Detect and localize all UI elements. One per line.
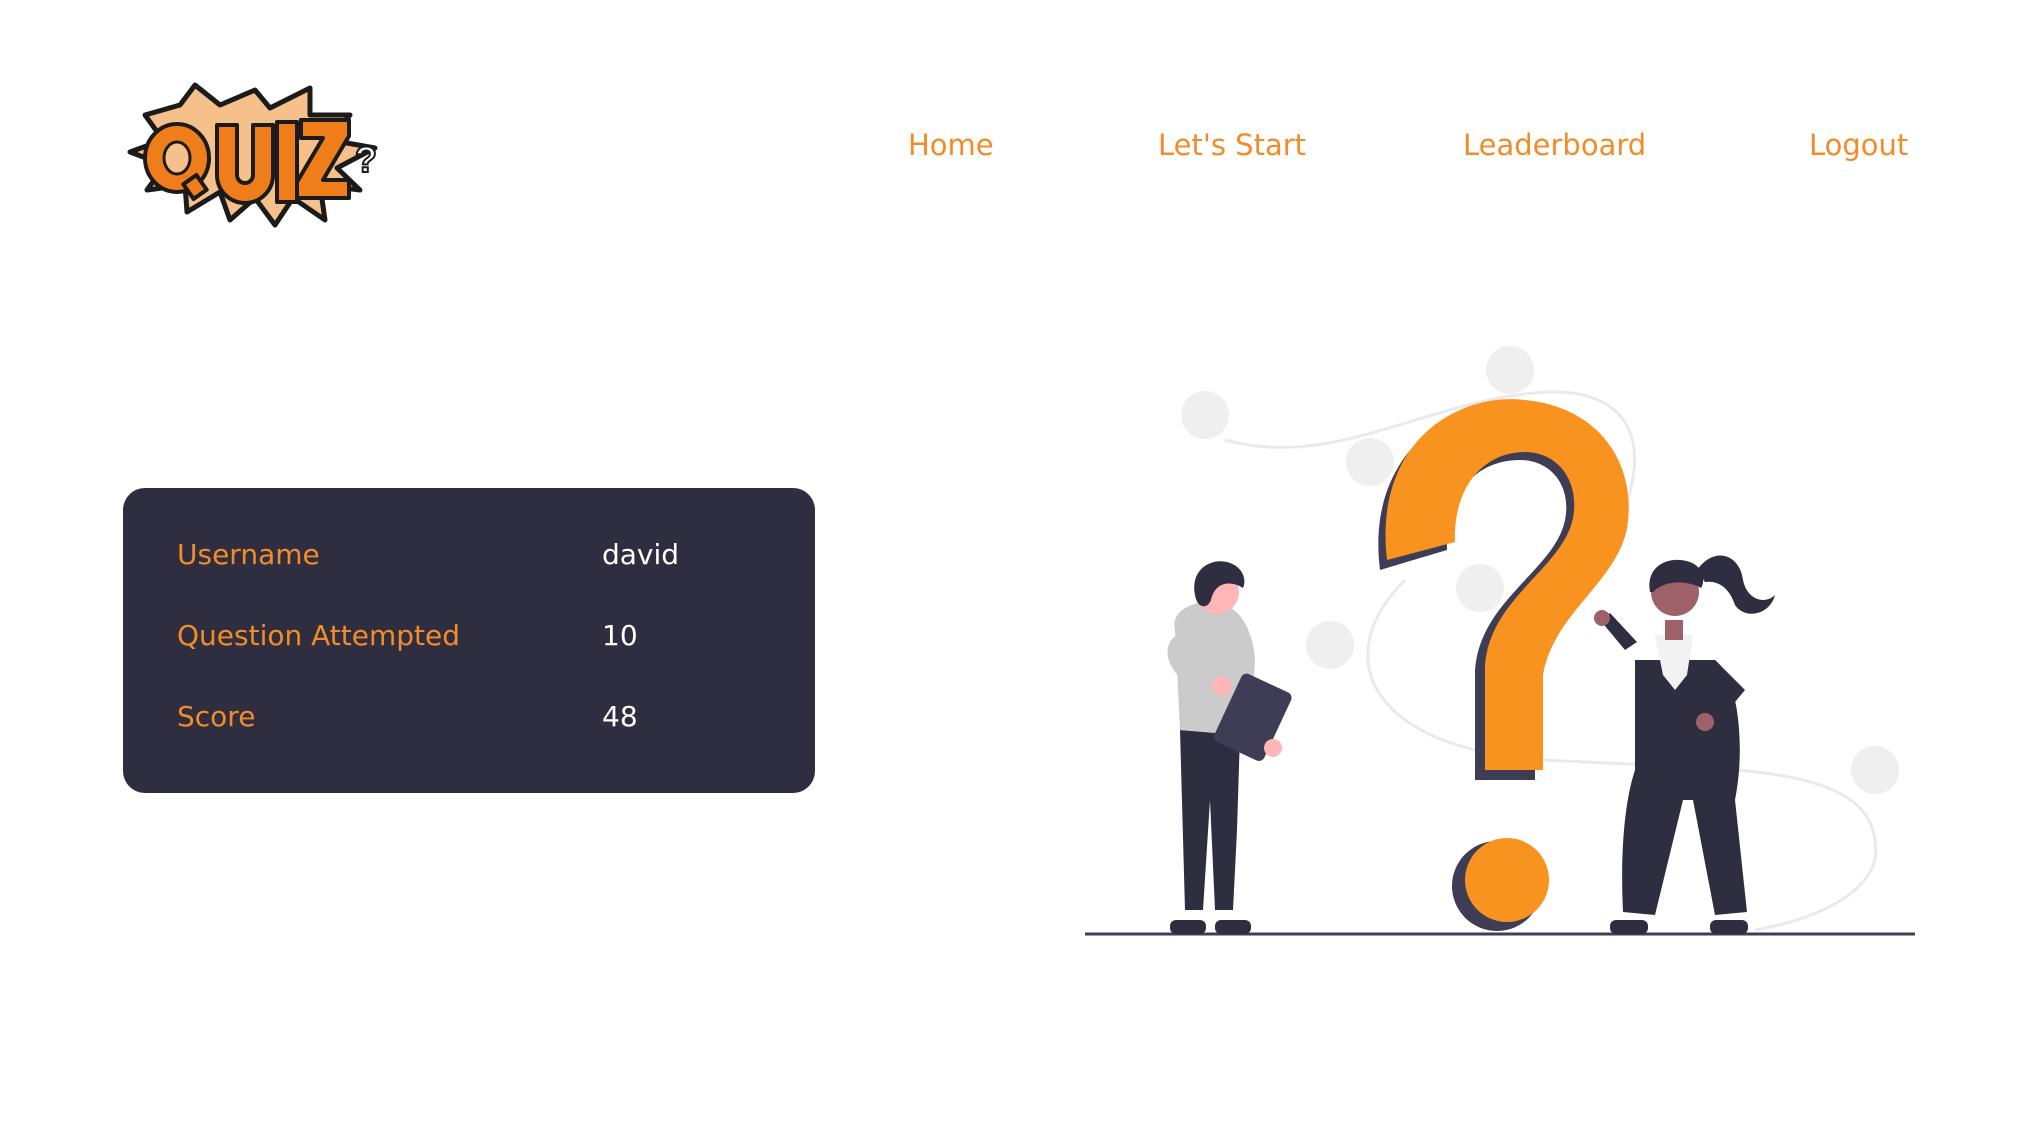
nav-lets-start-link[interactable]: Let's Start xyxy=(1158,128,1306,162)
profile-page: ? Home Let's Start Leaderboard Logout Us… xyxy=(0,0,2024,1140)
questions-attempted-row: Question Attempted 10 xyxy=(177,619,797,659)
username-row: Username david xyxy=(177,538,797,578)
question-illustration xyxy=(1075,330,1920,940)
nav-logout-link[interactable]: Logout xyxy=(1809,128,1908,162)
top-nav: Home Let's Start Leaderboard Logout xyxy=(0,128,2024,168)
question-mark-people-illustration xyxy=(1085,346,1915,936)
nav-leaderboard-link[interactable]: Leaderboard xyxy=(1463,128,1646,162)
questions-attempted-label: Question Attempted xyxy=(177,619,461,652)
nav-home-link[interactable]: Home xyxy=(908,128,994,162)
questions-attempted-value: 10 xyxy=(602,619,638,652)
score-row: Score 48 xyxy=(177,700,797,740)
username-label: Username xyxy=(177,538,320,571)
score-label: Score xyxy=(177,700,256,733)
username-value: david xyxy=(602,538,680,571)
user-stats-card: Username david Question Attempted 10 Sco… xyxy=(123,488,815,793)
score-value: 48 xyxy=(602,700,638,733)
